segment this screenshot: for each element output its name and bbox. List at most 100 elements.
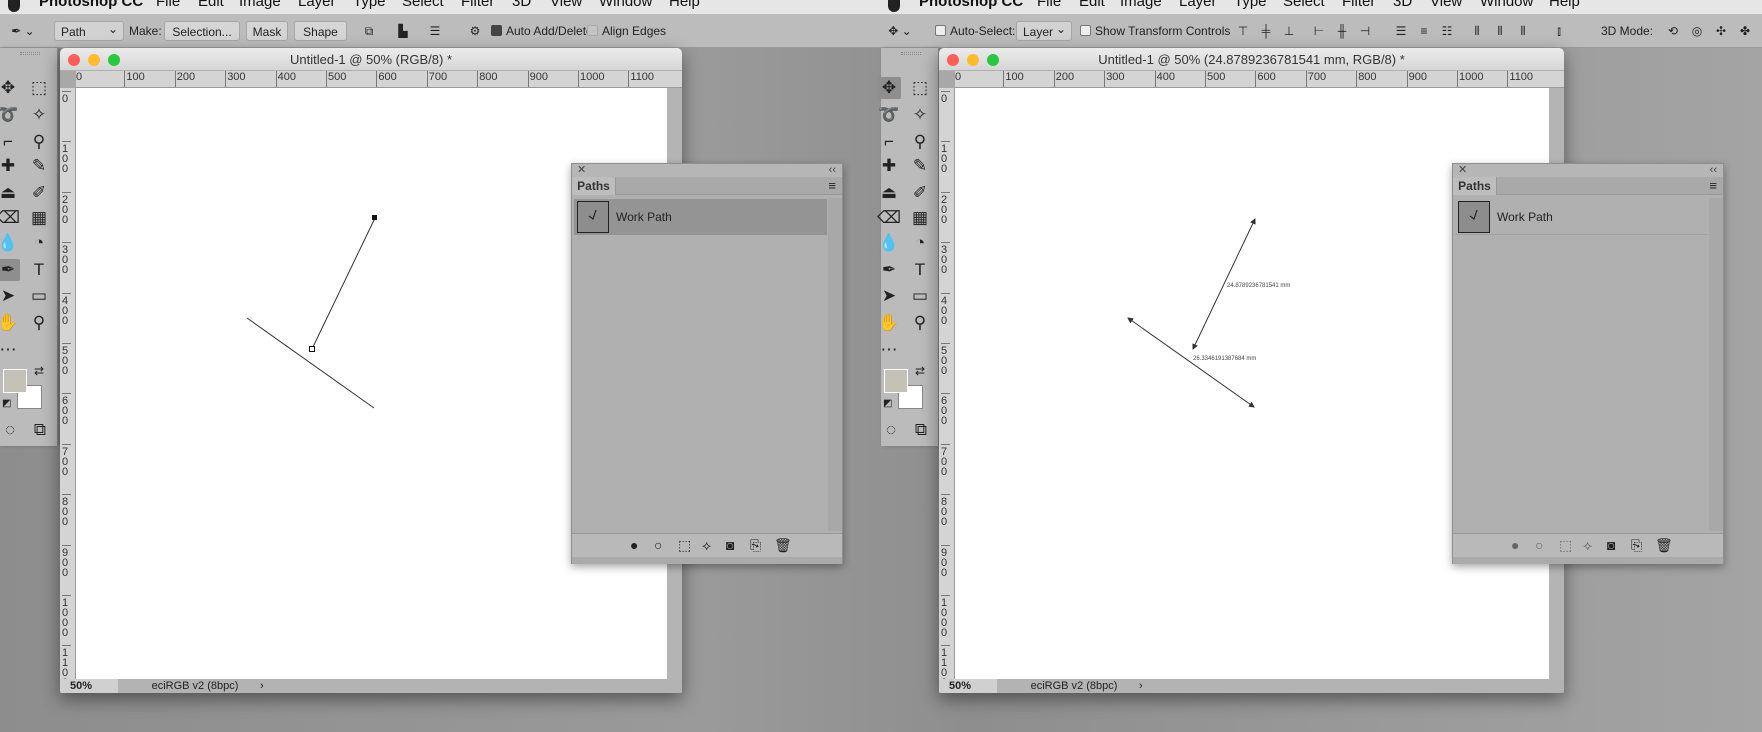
panel-scrollbar[interactable] [828,198,842,531]
menu-edit[interactable]: Edit [1079,0,1105,10]
path-select-tool-icon[interactable]: ➤ [0,285,20,307]
make-shape-button[interactable]: Shape [294,21,347,41]
auto-add-delete-checkbox[interactable]: Auto Add/Delete [491,21,593,41]
menu-help[interactable]: Help [1549,0,1580,10]
path-segment[interactable] [311,217,376,350]
blur-tool-icon[interactable]: 💧 [877,232,901,254]
magic-wand-tool-icon[interactable]: ✧ [27,104,51,126]
title-bar[interactable]: Untitled-1 @ 50% (24.8789236781541 mm, R… [939,48,1564,71]
zoom-tool-icon[interactable]: ⚲ [27,312,51,334]
menu-3d[interactable]: 3D [512,0,531,10]
list-item-work-path[interactable]: Work Path [574,199,827,235]
pen-tool-icon[interactable]: ✒ [877,259,901,281]
path-select-tool-icon[interactable]: ➤ [877,285,901,307]
menu-window[interactable]: Window [1480,0,1533,10]
distribute-vcenter-icon[interactable]: ≡ [1415,21,1433,41]
type-tool-icon[interactable]: T [27,259,51,281]
menu-3d[interactable]: 3D [1393,0,1412,10]
align-hcenter-icon[interactable]: ╫ [1333,21,1351,41]
zoom-tool-icon[interactable]: ⚲ [908,312,932,334]
more-tool-icon[interactable]: ⋯ [0,339,20,361]
collapse-panel-icon[interactable]: ‹‹ [1710,164,1717,176]
tab-paths[interactable]: Paths [1453,177,1497,195]
pen-tool-preset-icon[interactable]: ✒ ⌄ [8,21,38,41]
new-path-icon[interactable]: ⎘ [750,537,761,554]
menu-file[interactable]: File [156,0,180,10]
close-panel-icon[interactable]: ✕ [577,164,586,176]
rectangle-tool-icon[interactable]: ▭ [27,285,51,307]
apple-menu-icon[interactable] [8,0,20,12]
foreground-color-swatch[interactable] [3,369,27,393]
menu-filter[interactable]: Filter [461,0,494,10]
panel-scrollbar[interactable] [1709,198,1723,531]
anchor-point-selected[interactable] [372,215,377,220]
panel-resize-grip[interactable] [1453,557,1723,564]
horizontal-ruler[interactable]: 0 100 200 300 400 500 600 700 800 900 1000 1100 [76,71,682,88]
default-colors-icon[interactable]: ◩ [2,398,11,409]
status-menu-chevron-icon[interactable]: › [260,679,264,693]
make-work-path-icon[interactable]: ⟡ [702,537,711,554]
measure-line-2[interactable] [1127,317,1255,408]
close-panel-icon[interactable]: ✕ [1458,164,1467,176]
vertical-ruler[interactable]: 0 100 200 300 400 500 600 700 800 900 1000 1100 [939,88,955,679]
align-left-icon[interactable]: ⊢ [1310,21,1328,41]
show-transform-controls-checkbox[interactable]: Show Transform Controls [1080,21,1230,41]
eraser-tool-icon[interactable]: ⌫ [877,207,901,229]
healing-tool-icon[interactable]: ✚ [0,155,20,177]
align-edges-checkbox[interactable]: Align Edges [587,21,666,41]
3d-pan-icon[interactable]: ✣ [1712,21,1730,41]
menu-layer[interactable]: Layer [298,0,336,10]
stamp-tool-icon[interactable]: ⏏ [0,182,20,204]
menu-help[interactable]: Help [669,0,700,10]
distribute-hcenter-icon[interactable]: ⦀ [1491,21,1509,41]
collapse-panel-icon[interactable]: ‹‹ [829,164,836,176]
panel-grip[interactable] [901,52,921,55]
marquee-tool-icon[interactable]: ⬚ [908,77,932,99]
menu-view[interactable]: View [1430,0,1462,10]
menu-image[interactable]: Image [239,0,281,10]
zoom-button[interactable] [108,54,120,66]
eyedropper-tool-icon[interactable]: ⚲ [27,131,51,153]
status-menu-chevron-icon[interactable]: › [1139,679,1143,693]
move-tool-icon[interactable]: ✥ [877,77,901,99]
eraser-tool-icon[interactable]: ⌫ [0,207,20,229]
align-vcenter-icon[interactable]: ╪ [1257,21,1275,41]
screen-mode-icon[interactable]: ⧉ [28,419,52,441]
distribute-bottom-icon[interactable]: ☷ [1438,21,1456,41]
quick-mask-icon[interactable]: ◌ [0,419,22,441]
dodge-tool-icon[interactable]: ◔ [27,232,51,254]
panel-resize-grip[interactable] [572,557,842,564]
swap-colors-icon[interactable]: ⇄ [915,364,925,378]
new-path-icon[interactable]: ⎘ [1631,537,1642,554]
close-button[interactable] [947,54,959,66]
make-selection-button[interactable]: Selection... [164,21,240,41]
menu-select[interactable]: Select [402,0,444,10]
auto-align-icon[interactable]: ⫾ [1550,21,1568,41]
eyedropper-tool-icon[interactable]: ⚲ [908,131,932,153]
history-brush-tool-icon[interactable]: ✐ [908,182,932,204]
trash-icon[interactable]: 🗑 [774,537,792,554]
make-work-path-icon[interactable]: ⟡ [1583,537,1592,554]
brush-tool-icon[interactable]: ✎ [27,155,51,177]
brush-tool-icon[interactable]: ✎ [908,155,932,177]
gradient-tool-icon[interactable]: ▦ [908,207,932,229]
distribute-left-icon[interactable]: ⫴ [1468,21,1486,41]
type-tool-icon[interactable]: T [908,259,932,281]
3d-slide-icon[interactable]: ✤ [1736,21,1754,41]
marquee-tool-icon[interactable]: ⬚ [27,77,51,99]
zoom-level-field[interactable]: 50% [60,679,118,693]
tab-paths[interactable]: Paths [572,177,616,195]
menu-edit[interactable]: Edit [198,0,224,10]
horizontal-ruler[interactable]: 0 100 200 300 400 500 600 700 800 900 1000 1100 [955,71,1564,88]
path-alignment-icon[interactable]: ▙ [394,21,412,41]
close-button[interactable] [68,54,80,66]
menu-type[interactable]: Type [1234,0,1267,10]
menu-view[interactable]: View [550,0,582,10]
menu-select[interactable]: Select [1283,0,1325,10]
stroke-path-icon[interactable]: ○ [654,537,662,553]
swap-colors-icon[interactable]: ⇄ [34,364,44,378]
anchor-point[interactable] [309,346,315,352]
menu-filter[interactable]: Filter [1342,0,1375,10]
add-mask-icon[interactable]: ◙ [1607,537,1615,553]
align-right-icon[interactable]: ⊣ [1356,21,1374,41]
